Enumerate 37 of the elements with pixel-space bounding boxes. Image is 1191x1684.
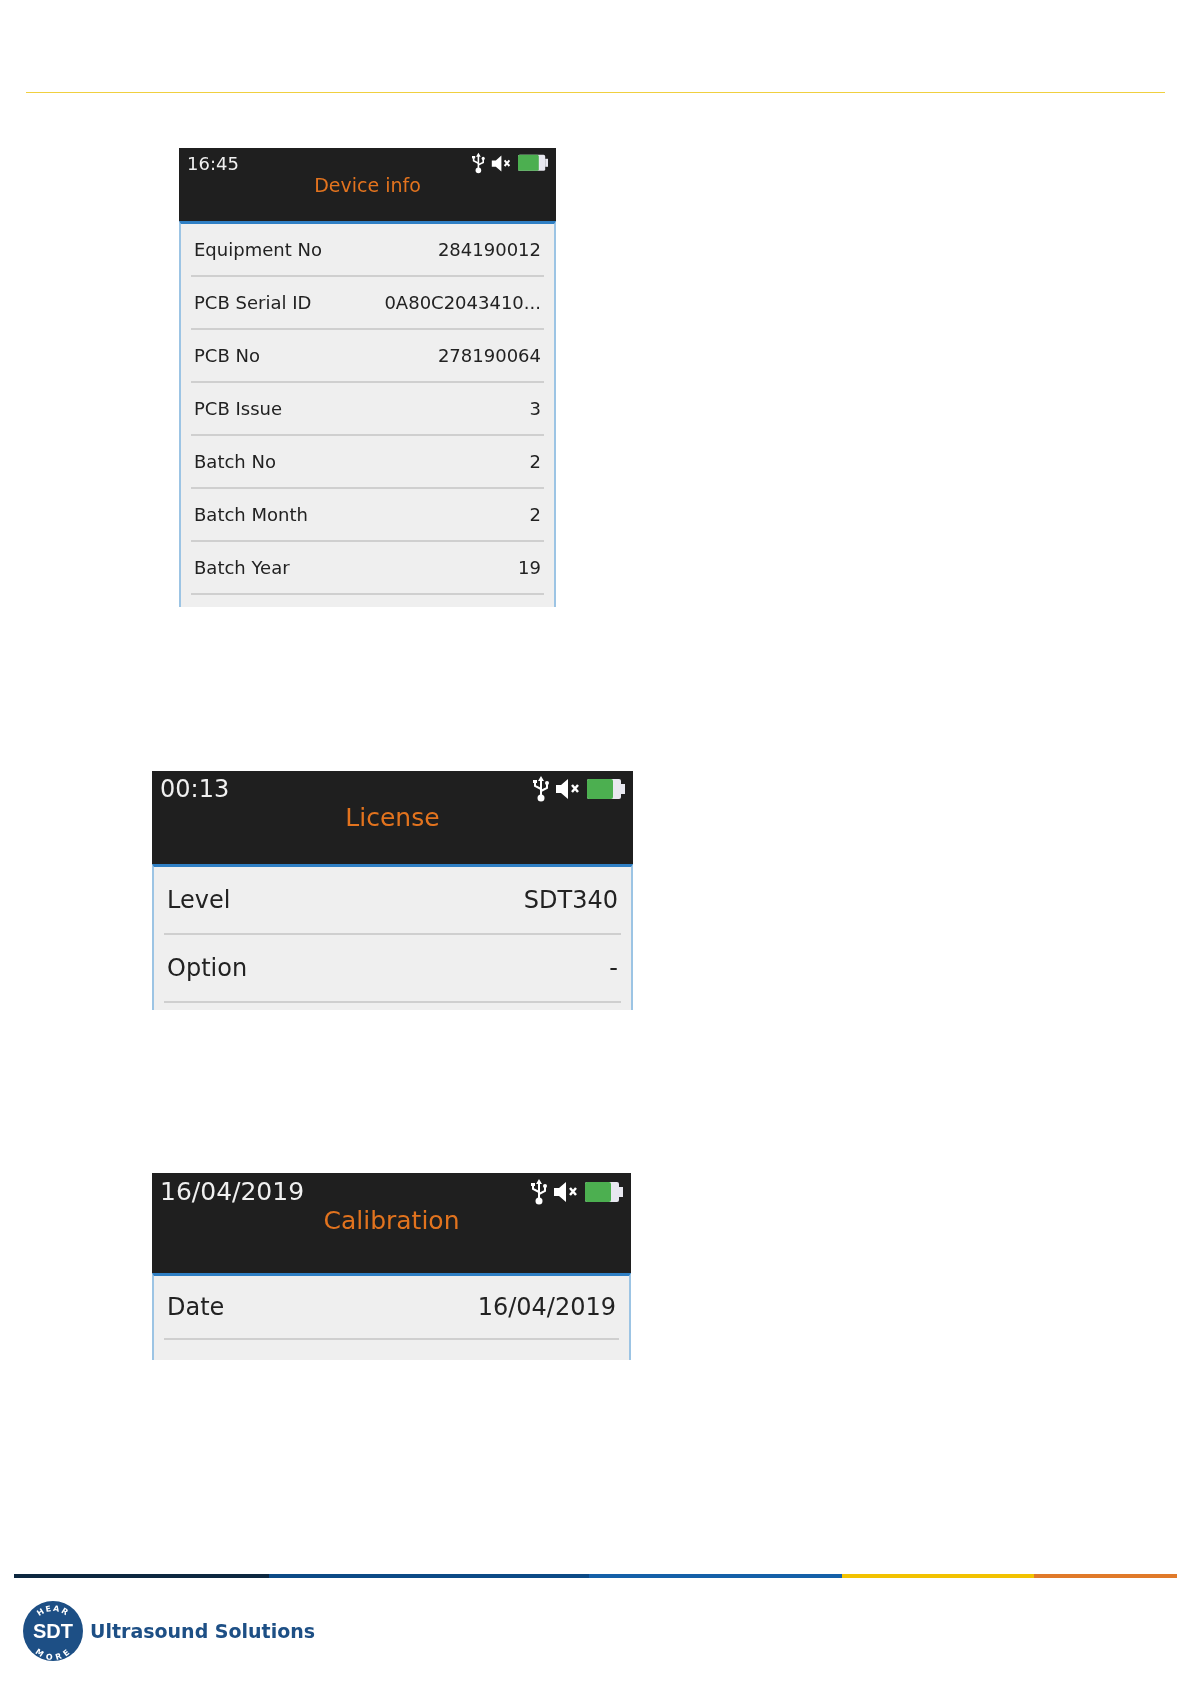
field-value: 16/04/2019 (477, 1293, 616, 1321)
screen-title: Device info (314, 174, 421, 197)
field-label: Date (167, 1293, 225, 1321)
field-label: Batch Month (194, 504, 308, 525)
screen-title: Calibration (323, 1206, 460, 1235)
field-value: - (609, 954, 618, 982)
field-label: Batch Year (194, 557, 290, 578)
battery-icon (587, 778, 625, 800)
field-value: 278190064 (437, 345, 541, 366)
status-time: 16:45 (187, 152, 239, 174)
mute-icon (555, 777, 581, 801)
usb-icon (472, 152, 485, 175)
status-time: 00:13 (160, 775, 230, 803)
field-label: PCB Issue (194, 398, 283, 419)
screen-title: License (345, 803, 440, 832)
field-value: 0A80C2043410... (384, 292, 541, 313)
field-value: 2 (529, 451, 541, 472)
field-label: Level (167, 886, 231, 914)
field-label: Option (167, 954, 248, 982)
field-label: PCB Serial ID (194, 292, 312, 313)
usb-icon (531, 1177, 547, 1206)
field-value: 2 (529, 504, 541, 525)
field-label: Equipment No (194, 239, 322, 260)
field-value: 3 (529, 398, 541, 419)
field-value: SDT340 (523, 886, 618, 914)
mute-icon (553, 1179, 579, 1204)
field-label: Batch No (194, 451, 276, 472)
mute-icon (490, 153, 512, 173)
field-value: 284190012 (437, 239, 541, 260)
logo-icon: HEAR SDT MORE (22, 1600, 84, 1662)
field-label: PCB No (194, 345, 260, 366)
battery-icon (517, 154, 548, 172)
battery-icon (585, 1180, 623, 1203)
status-time: 16/04/2019 (160, 1177, 305, 1206)
field-value: 19 (518, 557, 541, 578)
usb-icon (533, 775, 549, 803)
brand-name: Ultrasound Solutions (90, 1620, 316, 1642)
